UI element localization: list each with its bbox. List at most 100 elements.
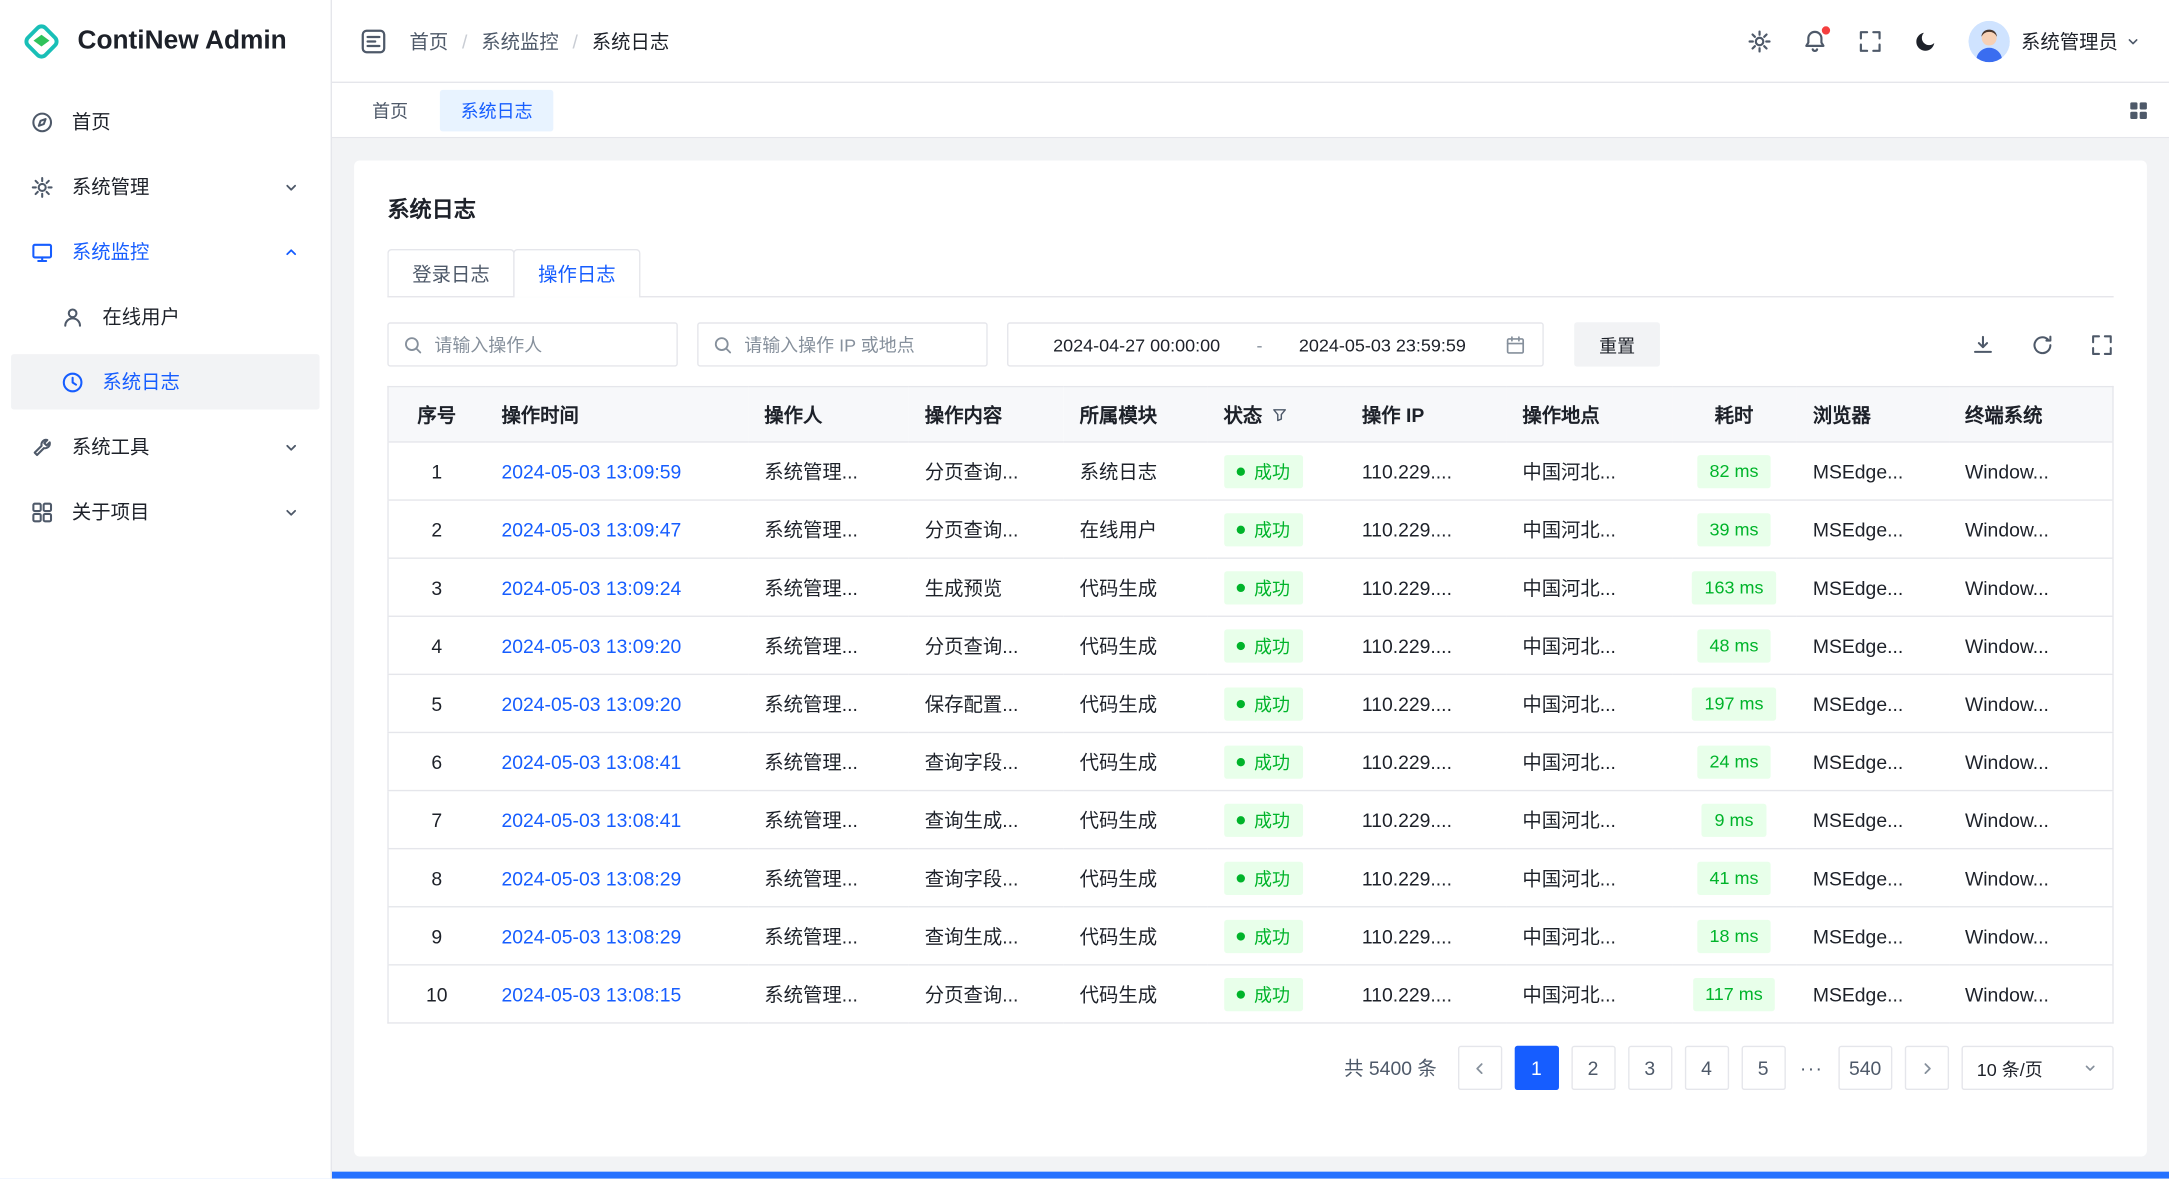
cell-content: 分页查询... <box>908 442 1063 500</box>
ip-search-field[interactable] <box>697 322 987 366</box>
tab-home[interactable]: 首页 <box>351 89 428 130</box>
log-detail-link[interactable]: 2024-05-03 13:09:47 <box>501 518 681 540</box>
log-detail-link[interactable]: 2024-05-03 13:09:20 <box>501 692 681 714</box>
cell-operator: 系统管理... <box>748 907 908 965</box>
app-logo[interactable]: ContiNew Admin <box>0 0 331 83</box>
breadcrumb-item-monitor[interactable]: 系统监控 <box>481 27 558 55</box>
refresh-icon[interactable] <box>2031 333 2055 357</box>
cell-os: Window... <box>1948 558 2113 616</box>
sidebar-item-online-users[interactable]: 在线用户 <box>11 289 319 344</box>
cell-operator: 系统管理... <box>748 558 908 616</box>
duration-tag: 41 ms <box>1697 861 1771 894</box>
filter-toolbar: 2024-04-27 00:00:00 - 2024-05-03 23:59:5… <box>387 322 2113 366</box>
tab-operation-logs[interactable]: 操作日志 <box>513 249 640 296</box>
col-header-module: 所属模块 <box>1063 387 1207 442</box>
status-filter-icon[interactable] <box>1271 406 1288 423</box>
duration-tag: 117 ms <box>1693 977 1776 1010</box>
page-button-4[interactable]: 4 <box>1684 1046 1728 1090</box>
log-detail-link[interactable]: 2024-05-03 13:09:24 <box>501 576 681 598</box>
settings-gear-icon[interactable] <box>1747 28 1772 53</box>
duration-tag: 39 ms <box>1697 513 1771 546</box>
status-badge: 成功 <box>1224 454 1303 487</box>
page-button-3[interactable]: 3 <box>1628 1046 1672 1090</box>
notifications-bell-icon[interactable] <box>1802 28 1827 53</box>
cell-ip: 110.229.... <box>1345 849 1505 907</box>
tab-system-logs[interactable]: 系统日志 <box>440 89 553 130</box>
cell-browser: MSEdge... <box>1796 849 1948 907</box>
collapse-sidebar-icon[interactable] <box>360 27 388 55</box>
reset-button[interactable]: 重置 <box>1574 322 1660 366</box>
operator-search-field[interactable] <box>387 322 677 366</box>
cell-duration: 163 ms <box>1672 558 1796 616</box>
ip-search-input[interactable] <box>744 334 972 355</box>
log-detail-link[interactable]: 2024-05-03 13:08:29 <box>501 867 681 889</box>
sidebar-item-label: 系统监控 <box>72 238 264 266</box>
log-detail-link[interactable]: 2024-05-03 13:08:41 <box>501 750 681 772</box>
table-row: 4 2024-05-03 13:09:20 系统管理... 分页查询... 代码… <box>388 616 2113 674</box>
operator-search-input[interactable] <box>434 334 662 355</box>
user-menu[interactable]: 系统管理员 <box>1968 20 2141 61</box>
cell-content: 查询字段... <box>908 732 1063 790</box>
cell-operator: 系统管理... <box>748 732 908 790</box>
cell-ip: 110.229.... <box>1345 616 1505 674</box>
prev-page-button[interactable] <box>1458 1046 1502 1090</box>
table-row: 9 2024-05-03 13:08:29 系统管理... 查询生成... 代码… <box>388 907 2113 965</box>
table-row: 5 2024-05-03 13:09:20 系统管理... 保存配置... 代码… <box>388 674 2113 732</box>
cell-index: 1 <box>388 442 485 500</box>
breadcrumb-item-home[interactable]: 首页 <box>409 27 448 55</box>
log-detail-link[interactable]: 2024-05-03 13:09:20 <box>501 634 681 656</box>
sidebar-item-about-project[interactable]: 关于项目 <box>11 484 319 539</box>
sidebar-item-label: 系统日志 <box>102 368 300 396</box>
search-icon <box>712 334 733 355</box>
date-range-end[interactable]: 2024-05-03 23:59:59 <box>1271 334 1494 355</box>
cell-module: 代码生成 <box>1063 791 1207 849</box>
cell-location: 中国河北... <box>1506 616 1672 674</box>
gear-icon <box>30 175 54 199</box>
sidebar-item-system-logs[interactable]: 系统日志 <box>11 354 319 409</box>
cell-content: 查询生成... <box>908 791 1063 849</box>
cell-module: 在线用户 <box>1063 500 1207 558</box>
page-button-last[interactable]: 540 <box>1838 1046 1892 1090</box>
sidebar-item-system-management[interactable]: 系统管理 <box>11 159 319 214</box>
apps-grid-icon <box>30 500 54 524</box>
log-detail-link[interactable]: 2024-05-03 13:08:41 <box>501 809 681 831</box>
tab-login-logs[interactable]: 登录日志 <box>387 249 514 296</box>
cell-index: 6 <box>388 732 485 790</box>
page-button-5[interactable]: 5 <box>1741 1046 1785 1090</box>
sidebar-item-system-monitor[interactable]: 系统监控 <box>11 224 319 279</box>
search-icon <box>403 334 424 355</box>
log-detail-link[interactable]: 2024-05-03 13:09:59 <box>501 460 681 482</box>
col-header-browser: 浏览器 <box>1796 387 1948 442</box>
col-header-location: 操作地点 <box>1506 387 1672 442</box>
user-name: 系统管理员 <box>2021 27 2141 55</box>
cell-os: Window... <box>1948 616 2113 674</box>
cell-location: 中国河北... <box>1506 558 1672 616</box>
fullscreen-icon[interactable] <box>1858 28 1883 53</box>
sidebar-item-home[interactable]: 首页 <box>11 94 319 149</box>
cell-index: 9 <box>388 907 485 965</box>
main-area: 首页 / 系统监控 / 系统日志 <box>332 0 2169 1179</box>
page-button-1[interactable]: 1 <box>1514 1046 1558 1090</box>
cell-duration: 41 ms <box>1672 849 1796 907</box>
duration-tag: 9 ms <box>1702 803 1766 836</box>
page-button-2[interactable]: 2 <box>1571 1046 1615 1090</box>
pagination-ellipsis[interactable]: ··· <box>1798 1057 1826 1079</box>
chevron-down-icon <box>2125 33 2142 50</box>
next-page-button[interactable] <box>1905 1046 1949 1090</box>
page-size-select[interactable]: 10 条/页 <box>1962 1046 2114 1090</box>
cell-status: 成功 <box>1207 791 1345 849</box>
log-detail-link[interactable]: 2024-05-03 13:08:15 <box>501 983 681 1005</box>
table-fullscreen-icon[interactable] <box>2090 333 2114 357</box>
log-detail-link[interactable]: 2024-05-03 13:08:29 <box>501 925 681 947</box>
cell-content: 分页查询... <box>908 616 1063 674</box>
cell-index: 2 <box>388 500 485 558</box>
dark-mode-moon-icon[interactable] <box>1913 28 1938 53</box>
user-avatar[interactable] <box>1968 20 2009 61</box>
date-range-picker[interactable]: 2024-04-27 00:00:00 - 2024-05-03 23:59:5… <box>1007 322 1544 366</box>
date-range-start[interactable]: 2024-04-27 00:00:00 <box>1025 334 1248 355</box>
tab-options-grid-icon[interactable] <box>2128 99 2150 121</box>
breadcrumb-separator: / <box>462 30 467 52</box>
sidebar-item-system-tools[interactable]: 系统工具 <box>11 419 319 474</box>
table-header-row: 序号 操作时间 操作人 操作内容 所属模块 状态 <box>388 387 2113 442</box>
download-icon[interactable] <box>1971 333 1995 357</box>
